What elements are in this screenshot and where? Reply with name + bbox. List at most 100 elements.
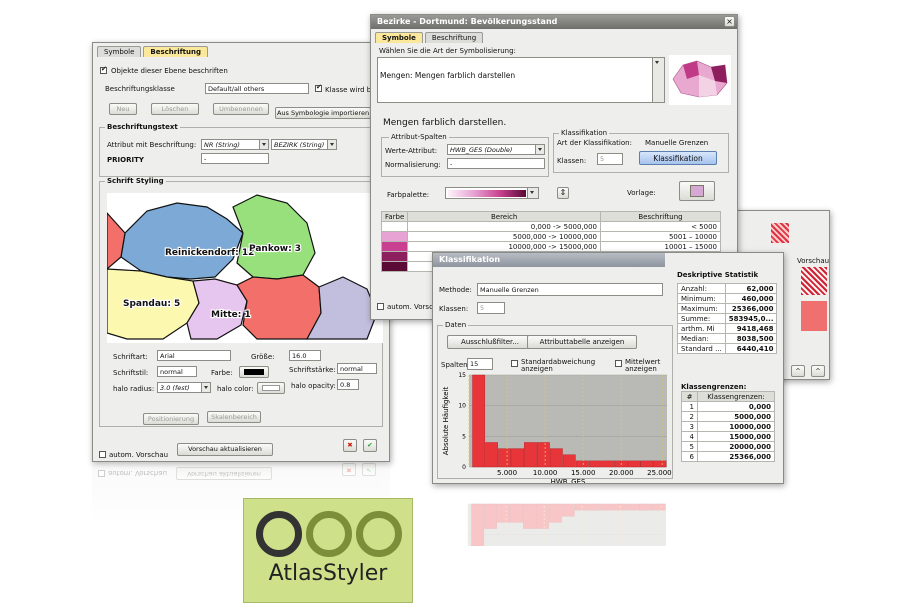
import-button[interactable]: Aus Symbologie importieren bbox=[275, 107, 371, 119]
weight-select[interactable]: normal bbox=[337, 363, 377, 374]
rename-button[interactable]: Umbenennen bbox=[213, 103, 269, 115]
histogram-bar bbox=[511, 448, 524, 468]
histogram-x-tick: 5.000 bbox=[497, 469, 517, 477]
tab-symbols[interactable]: Symbole bbox=[97, 46, 142, 57]
histogram-bar bbox=[639, 503, 653, 511]
halo-radius-select[interactable]: 3.0 (fest) bbox=[157, 382, 211, 393]
attr-table-button[interactable]: Attributtabelle anzeigen bbox=[527, 335, 637, 349]
histogram-y-tick: 0 bbox=[462, 464, 466, 471]
auto-preview-checkbox[interactable] bbox=[99, 451, 106, 458]
columns-select[interactable]: 15 bbox=[467, 358, 493, 370]
symbolization-tabs: Symbole Beschriftung bbox=[371, 29, 737, 43]
swap-palette-button[interactable]: ⇕ bbox=[557, 187, 569, 199]
size-select[interactable]: 16.0 bbox=[289, 350, 321, 361]
halo-opacity-select[interactable]: 0.8 bbox=[337, 379, 359, 390]
histogram-x-tick: 20.000 bbox=[609, 469, 634, 477]
priority-select[interactable]: - bbox=[201, 153, 269, 164]
bounds-row[interactable]: 6 25366,000 bbox=[681, 451, 775, 462]
class-col-label[interactable]: Beschriftung bbox=[600, 211, 721, 222]
bounds-value: 0,000 bbox=[697, 401, 775, 412]
template-button[interactable] bbox=[679, 181, 715, 201]
halo-color-button[interactable] bbox=[257, 382, 285, 394]
new-button[interactable]: Neu bbox=[109, 103, 137, 115]
histogram-reflection bbox=[438, 486, 672, 546]
tab-beschriftung[interactable]: Beschriftung bbox=[424, 32, 484, 43]
class-col-color[interactable]: Farbe bbox=[380, 211, 409, 222]
histogram-bar bbox=[548, 503, 562, 523]
font-styling-header: Schrift Styling bbox=[105, 177, 166, 185]
choose-label: Wählen Sie die Art der Symbolisierung: bbox=[379, 47, 516, 55]
class-color-swatch[interactable] bbox=[380, 241, 409, 252]
normalization-select[interactable]: - bbox=[447, 158, 545, 169]
histogram-bar bbox=[485, 442, 498, 468]
exclusion-filter-button[interactable]: Ausschlußfilter... bbox=[447, 335, 533, 349]
halo-opacity-label: halo opacity: bbox=[291, 382, 336, 390]
histogram-bar bbox=[497, 503, 510, 523]
class-table-row[interactable]: 0,000 -> 5000,000 < 5000 bbox=[380, 221, 721, 232]
map-label-mitte: Mitte: 1 bbox=[211, 310, 251, 320]
tab-labels[interactable]: Beschriftung bbox=[143, 46, 208, 57]
classification-button[interactable]: Klassifikation bbox=[639, 151, 717, 165]
bounds-col-index[interactable]: # bbox=[681, 391, 698, 402]
window-close-button[interactable]: × bbox=[724, 16, 735, 27]
preview-up-button[interactable]: ^ bbox=[791, 365, 805, 377]
stats-row: arthm. Mi 9418,468 bbox=[677, 323, 778, 334]
font-select[interactable]: Arial bbox=[157, 350, 231, 361]
stats-label: Anzahl: bbox=[677, 283, 726, 294]
style-select[interactable]: normal bbox=[157, 366, 197, 377]
bounds-row[interactable]: 1 0,000 bbox=[681, 401, 775, 412]
classes-select[interactable]: 5 bbox=[597, 153, 623, 165]
mid-auto-preview-label: autom. Vorsc bbox=[387, 303, 433, 311]
class-color-swatch[interactable] bbox=[380, 221, 409, 232]
bounds-col-value[interactable]: Klassengrenzen: bbox=[697, 391, 775, 402]
bounds-index: 3 bbox=[681, 421, 698, 432]
delete-button[interactable]: Löschen bbox=[151, 103, 199, 115]
std-checkbox[interactable] bbox=[511, 360, 518, 367]
bounds-row[interactable]: 2 5000,000 bbox=[681, 411, 775, 422]
positioning-button[interactable]: Positionierung bbox=[143, 413, 199, 425]
preview-down-button[interactable]: ^ bbox=[811, 365, 825, 377]
histogram-bar bbox=[471, 503, 485, 546]
bounds-row[interactable]: 5 20000,000 bbox=[681, 441, 775, 452]
logo-ring-2 bbox=[306, 511, 352, 557]
class-labeled-checkbox[interactable] bbox=[315, 83, 322, 92]
symbolization-type-select[interactable]: Mengen: Mengen farblich darstellen bbox=[377, 57, 665, 103]
histogram-bar bbox=[601, 460, 615, 468]
ok-check-button[interactable]: ✔ bbox=[363, 439, 377, 452]
histogram-chart: 5.000 10.000 15.000 20.000 25.000 0 5 10 15 HWB_G… bbox=[442, 372, 672, 483]
histogram-bar bbox=[588, 460, 602, 468]
bounds-row[interactable]: 4 15000,000 bbox=[681, 431, 775, 442]
font-color-button[interactable] bbox=[239, 366, 269, 378]
mid-auto-preview-checkbox[interactable] bbox=[377, 303, 384, 310]
value-attr-select[interactable]: HWB_GES (Double) bbox=[447, 144, 545, 155]
class-color-swatch[interactable] bbox=[380, 261, 409, 272]
scale-range-button[interactable]: Skalenbereich bbox=[207, 411, 261, 423]
bounds-index: 5 bbox=[681, 441, 698, 452]
font-label: Schriftart: bbox=[113, 353, 148, 361]
tab-symbole[interactable]: Symbole bbox=[375, 32, 423, 43]
attr2-select[interactable]: BEZIRK (String) bbox=[271, 139, 337, 150]
class-col-range[interactable]: Bereich bbox=[407, 211, 602, 222]
map-label-spandau: Spandau: 5 bbox=[123, 299, 180, 309]
mean-checkbox[interactable] bbox=[615, 360, 622, 367]
attr2-value: BEZIRK (String) bbox=[274, 141, 325, 149]
class-color-swatch[interactable] bbox=[380, 231, 409, 242]
class-table-row[interactable]: 5000,000 -> 10000,000 5001 – 10000 bbox=[380, 231, 721, 242]
label-class-select[interactable]: Default/all others bbox=[205, 83, 309, 94]
class-count-select[interactable]: 5 bbox=[477, 302, 505, 314]
method-select[interactable]: Manuelle Grenzen bbox=[477, 283, 663, 296]
palette-select[interactable] bbox=[445, 187, 539, 199]
stats-value: 25366,000 bbox=[724, 303, 778, 314]
class-color-swatch[interactable] bbox=[380, 251, 409, 262]
bounds-value: 15000,000 bbox=[697, 431, 775, 442]
class-table-row[interactable]: 10000,000 -> 15000,000 10001 – 15000 bbox=[380, 241, 721, 252]
class-range-cell: 5000,000 -> 10000,000 bbox=[407, 231, 602, 242]
update-preview-button[interactable]: Vorschau aktualisieren bbox=[177, 443, 273, 456]
bounds-header: Klassengrenzen: bbox=[681, 383, 747, 391]
cancel-x-button[interactable]: ✖ bbox=[343, 439, 357, 452]
label-objects-checkbox[interactable] bbox=[100, 65, 107, 74]
stats-label: Summe: bbox=[677, 313, 726, 324]
bounds-row[interactable]: 3 10000,000 bbox=[681, 421, 775, 432]
attr1-select[interactable]: NR (String) bbox=[201, 139, 269, 150]
logo-text: AtlasStyler bbox=[268, 561, 388, 586]
